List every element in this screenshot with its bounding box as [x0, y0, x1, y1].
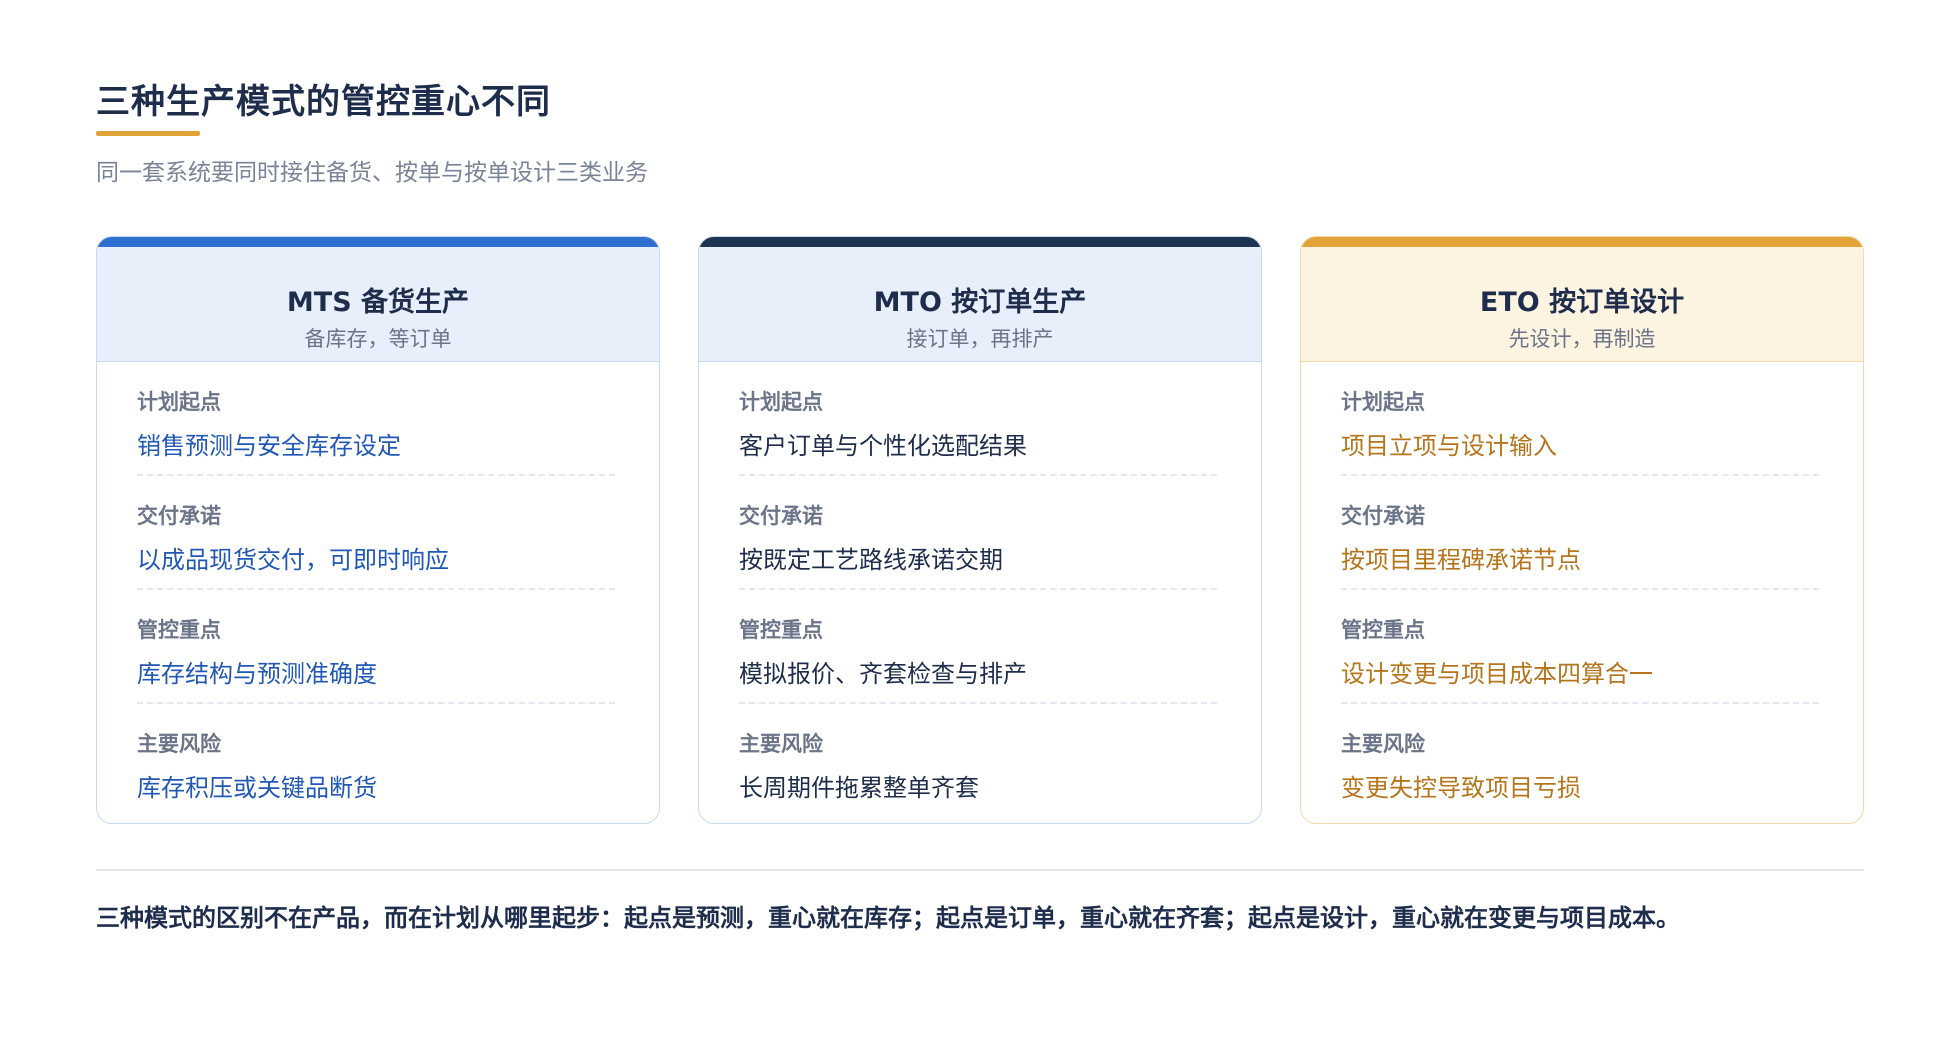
- mode-cards: MTS 备货生产 备库存，等订单 计划起点 销售预测与安全库存设定 交付承诺 以…: [96, 236, 1864, 824]
- card-mto-subtitle: 接订单，再排产: [906, 327, 1054, 351]
- card-mts: MTS 备货生产 备库存，等订单 计划起点 销售预测与安全库存设定 交付承诺 以…: [96, 236, 660, 824]
- row-value: 库存积压或关键品断货: [137, 774, 377, 802]
- row-label: 主要风险: [1341, 732, 1425, 756]
- row-label: 管控重点: [1341, 618, 1425, 642]
- card-mto-accent-bar: [699, 237, 1261, 247]
- footer-divider: [96, 869, 1864, 871]
- card-mto-rows: 计划起点 客户订单与个性化选配结果 交付承诺 按既定工艺路线承诺交期 管控重点 …: [739, 362, 1217, 818]
- card-mto-row-plan-start: 计划起点 客户订单与个性化选配结果: [739, 362, 1217, 476]
- card-eto-title: ETO 按订单设计: [1479, 287, 1685, 318]
- card-mts-row-delivery: 交付承诺 以成品现货交付，可即时响应: [137, 476, 615, 590]
- card-mts-row-focus: 管控重点 库存结构与预测准确度: [137, 590, 615, 704]
- card-eto-row-plan-start: 计划起点 项目立项与设计输入: [1341, 362, 1819, 476]
- row-label: 交付承诺: [1341, 504, 1425, 528]
- row-label: 主要风险: [137, 732, 221, 756]
- row-value: 设计变更与项目成本四算合一: [1341, 660, 1653, 688]
- card-mto-row-delivery: 交付承诺 按既定工艺路线承诺交期: [739, 476, 1217, 590]
- card-eto-row-delivery: 交付承诺 按项目里程碑承诺节点: [1341, 476, 1819, 590]
- card-mto: MTO 按订单生产 接订单，再排产 计划起点 客户订单与个性化选配结果 交付承诺…: [698, 236, 1262, 824]
- row-value: 长周期件拖累整单齐套: [739, 774, 979, 802]
- row-value: 按项目里程碑承诺节点: [1341, 546, 1581, 574]
- card-eto-rows: 计划起点 项目立项与设计输入 交付承诺 按项目里程碑承诺节点 管控重点 设计变更…: [1341, 362, 1819, 818]
- card-eto-accent-bar: [1301, 237, 1863, 247]
- row-value: 变更失控导致项目亏损: [1341, 774, 1581, 802]
- card-eto-row-focus: 管控重点 设计变更与项目成本四算合一: [1341, 590, 1819, 704]
- card-eto-row-risk: 主要风险 变更失控导致项目亏损: [1341, 704, 1819, 818]
- page: 三种生产模式的管控重心不同 同一套系统要同时接住备货、按单与按单设计三类业务 M…: [0, 0, 1952, 1040]
- card-mts-accent-bar: [97, 237, 659, 247]
- row-value: 项目立项与设计输入: [1341, 432, 1557, 460]
- title-accent-bar: [96, 131, 200, 136]
- card-mto-row-focus: 管控重点 模拟报价、齐套检查与排产: [739, 590, 1217, 704]
- row-value: 以成品现货交付，可即时响应: [137, 546, 449, 574]
- row-label: 计划起点: [137, 390, 221, 414]
- row-value: 销售预测与安全库存设定: [137, 432, 401, 460]
- row-label: 管控重点: [739, 618, 823, 642]
- row-label: 交付承诺: [137, 504, 221, 528]
- row-value: 客户订单与个性化选配结果: [739, 432, 1027, 460]
- page-subtitle: 同一套系统要同时接住备货、按单与按单设计三类业务: [96, 160, 648, 186]
- row-value: 按既定工艺路线承诺交期: [739, 546, 1003, 574]
- page-title: 三种生产模式的管控重心不同: [96, 82, 551, 122]
- row-label: 管控重点: [137, 618, 221, 642]
- row-label: 交付承诺: [739, 504, 823, 528]
- card-mto-title: MTO 按订单生产: [873, 287, 1087, 318]
- card-mts-subtitle: 备库存，等订单: [304, 327, 452, 351]
- row-label: 计划起点: [739, 390, 823, 414]
- card-mto-row-risk: 主要风险 长周期件拖累整单齐套: [739, 704, 1217, 818]
- card-eto: ETO 按订单设计 先设计，再制造 计划起点 项目立项与设计输入 交付承诺 按项…: [1300, 236, 1864, 824]
- card-mts-title: MTS 备货生产: [286, 287, 470, 318]
- row-value: 库存结构与预测准确度: [137, 660, 377, 688]
- row-label: 主要风险: [739, 732, 823, 756]
- card-eto-header: ETO 按订单设计 先设计，再制造: [1301, 247, 1863, 362]
- card-mts-row-risk: 主要风险 库存积压或关键品断货: [137, 704, 615, 818]
- card-mts-row-plan-start: 计划起点 销售预测与安全库存设定: [137, 362, 615, 476]
- conclusion-text: 三种模式的区别不在产品，而在计划从哪里起步：起点是预测，重心就在库存；起点是订单…: [96, 904, 1680, 932]
- card-mto-header: MTO 按订单生产 接订单，再排产: [699, 247, 1261, 362]
- card-mts-rows: 计划起点 销售预测与安全库存设定 交付承诺 以成品现货交付，可即时响应 管控重点…: [137, 362, 615, 818]
- row-value: 模拟报价、齐套检查与排产: [739, 660, 1027, 688]
- row-label: 计划起点: [1341, 390, 1425, 414]
- card-mts-header: MTS 备货生产 备库存，等订单: [97, 247, 659, 362]
- card-eto-subtitle: 先设计，再制造: [1508, 327, 1656, 351]
